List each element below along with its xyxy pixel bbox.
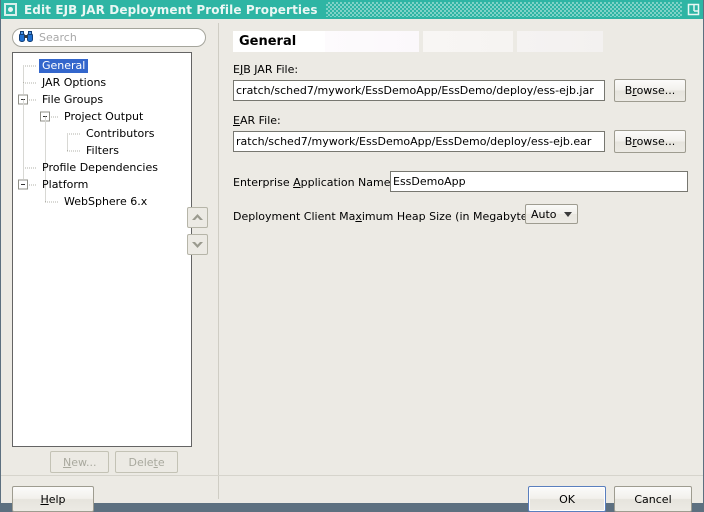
tree-item-general[interactable]: General [13, 57, 191, 74]
tree-item-label: WebSphere 6.x [64, 194, 148, 208]
search-field-wrapper [12, 28, 206, 47]
settings-tree-panel[interactable]: General JAR Options File Groups Project Out… [12, 52, 192, 447]
title-bar: Edit EJB JAR Deployment Profile Properti… [1, 0, 703, 19]
chevron-down-icon [563, 211, 572, 217]
section-header: General [233, 31, 700, 52]
new-button-label: New... [63, 455, 97, 469]
chevron-up-icon[interactable] [187, 207, 208, 228]
window-title: Edit EJB JAR Deployment Profile Properti… [24, 2, 318, 17]
ear-file-input[interactable]: ratch/sched7/mywork/EssDemoApp/EssDemo/d… [233, 131, 605, 152]
tree-item-jar-options[interactable]: JAR Options [13, 74, 191, 91]
page-title: General [239, 34, 297, 49]
new-button[interactable]: New... [50, 451, 110, 473]
window-menu-icon[interactable] [4, 3, 17, 16]
tree-item-label: Project Output [64, 109, 144, 123]
tree-item-file-groups[interactable]: File Groups [13, 91, 191, 108]
tree-item-label: Profile Dependencies [42, 160, 158, 174]
dialog-window: Edit EJB JAR Deployment Profile Properti… [0, 0, 704, 512]
search-input[interactable] [39, 31, 189, 44]
ejb-jar-file-input[interactable]: cratch/sched7/mywork/EssDemoApp/EssDemo/… [233, 80, 605, 101]
tree-item-label: JAR Options [42, 75, 107, 89]
tree-item-label: Contributors [86, 126, 155, 140]
section-header-bands [233, 31, 700, 52]
chevron-down-icon[interactable] [187, 234, 208, 255]
ear-browse-button[interactable]: Browse... [614, 130, 686, 153]
tree-item-label: Platform [42, 177, 89, 191]
heap-size-value: Auto [531, 207, 557, 221]
settings-detail-pane: General EJB JAR File: cratch/sched7/mywo… [222, 19, 703, 503]
binoculars-icon [19, 30, 33, 45]
delete-button-label: Delete [128, 455, 165, 469]
title-bar-texture [325, 2, 682, 17]
ok-button[interactable]: OK [528, 486, 606, 512]
tree-item-label: General [39, 58, 89, 73]
tree-item-platform[interactable]: Platform [13, 176, 191, 193]
cancel-button[interactable]: Cancel [614, 486, 692, 512]
ejb-jar-browse-button[interactable]: Browse... [614, 79, 686, 102]
heap-size-select[interactable]: Auto [525, 204, 578, 224]
reorder-buttons [187, 207, 209, 261]
ear-browse-label: Browse... [624, 135, 676, 148]
tree-action-buttons: New... Delete [50, 451, 178, 473]
enterprise-app-name-input[interactable]: EssDemoApp [390, 171, 688, 192]
tree-item-label: File Groups [42, 92, 104, 106]
restore-window-icon[interactable] [684, 0, 703, 19]
tree-item-websphere-6-x[interactable]: WebSphere 6.x [13, 193, 191, 210]
ejb-jar-file-label: EJB JAR File: [233, 63, 299, 76]
tree-item-filters[interactable]: Filters [13, 142, 191, 159]
tree-item-project-output[interactable]: Project Output [13, 108, 191, 125]
enterprise-app-name-label: Enterprise Application Name: [233, 176, 395, 189]
settings-tree: General JAR Options File Groups Project Out… [13, 53, 191, 210]
ear-file-label: EAR File: [233, 114, 281, 127]
heap-size-label: Deployment Client Maximum Heap Size (in … [233, 210, 542, 223]
ejb-jar-browse-label: Browse... [624, 84, 676, 97]
dialog-body: General JAR Options File Groups Project Out… [1, 19, 703, 512]
tree-item-contributors[interactable]: Contributors [13, 125, 191, 142]
tree-item-profile-dependencies[interactable]: Profile Dependencies [13, 159, 191, 176]
navigation-pane: General JAR Options File Groups Project Out… [1, 19, 216, 512]
help-button[interactable]: Help [12, 486, 94, 512]
delete-button[interactable]: Delete [115, 451, 178, 473]
footer-divider [1, 475, 703, 476]
tree-item-label: Filters [86, 143, 119, 157]
dialog-action-buttons: OK Cancel [528, 486, 692, 512]
search-box[interactable] [12, 28, 206, 47]
